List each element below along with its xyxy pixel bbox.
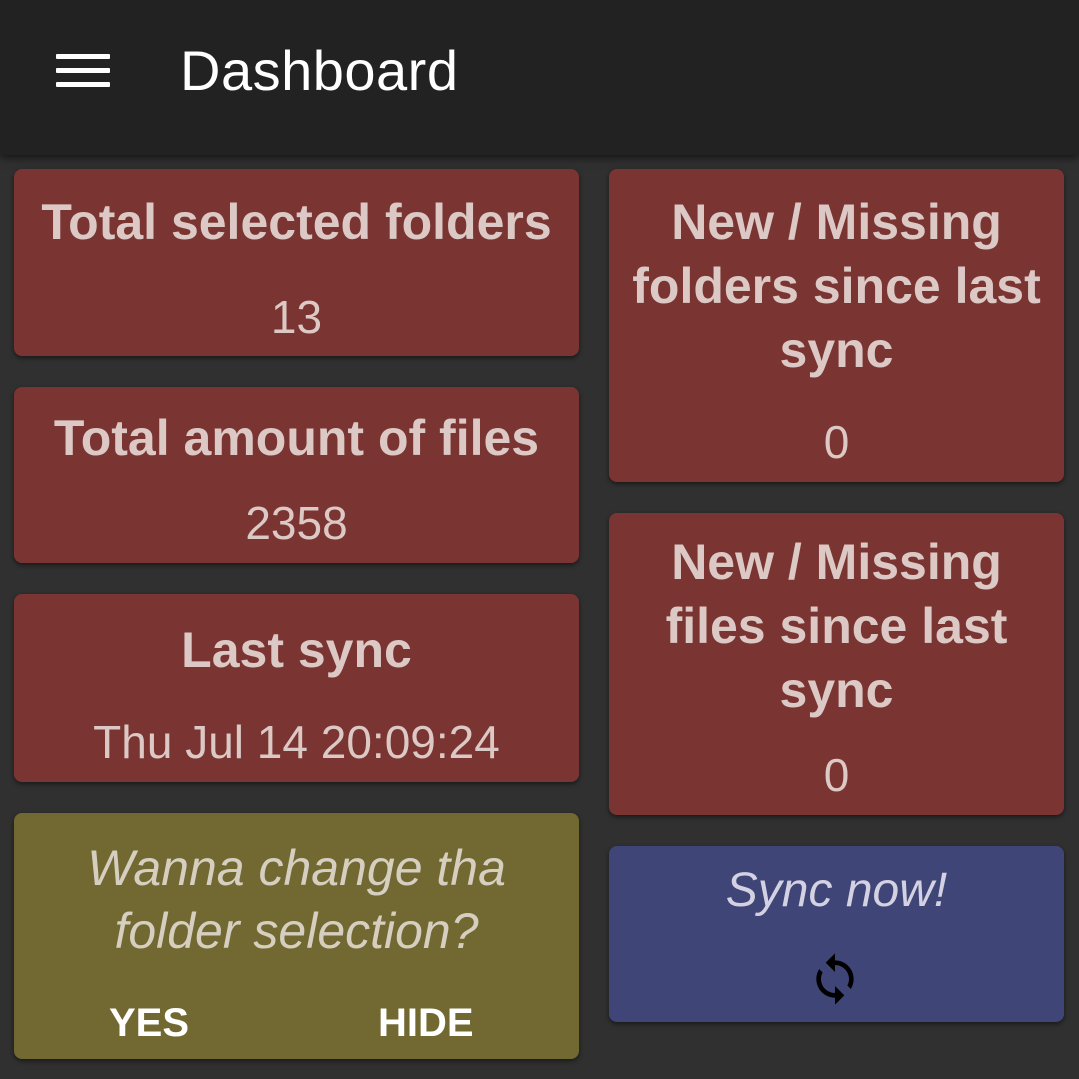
sync-now-label: Sync now!	[725, 864, 948, 917]
card-title: Last sync	[181, 622, 412, 678]
card-title-line-3: sync	[779, 322, 894, 378]
card-title: Total amount of files	[53, 410, 540, 466]
prompt-line-1: Wanna change tha	[87, 840, 506, 896]
card-title-line-3: sync	[779, 662, 894, 718]
card-title-line-2: files since last	[665, 598, 1008, 654]
hamburger-menu-icon[interactable]	[44, 40, 122, 102]
selected-folders-card: Total selected folders 13	[14, 169, 579, 356]
card-value: Thu Jul 14 20:09:24	[93, 716, 500, 768]
card-title-line-2: folders since last	[632, 258, 1041, 314]
card-value: 0	[823, 749, 850, 801]
card-title-line-1: New / Missing	[671, 534, 1002, 590]
card-title-line-1: New / Missing	[671, 194, 1002, 250]
yes-button[interactable]: YES	[99, 995, 199, 1051]
card-title: Total selected folders	[41, 194, 552, 250]
card-value: 0	[823, 416, 850, 468]
app-bar: Dashboard	[0, 0, 1079, 155]
page-title: Dashboard	[180, 39, 459, 102]
hide-button[interactable]: HIDE	[368, 995, 484, 1051]
sync-icon	[816, 953, 854, 1005]
card-value: 13	[270, 291, 323, 343]
card-value: 2358	[245, 497, 348, 549]
folder-selection-prompt: Wanna change tha folder selection? YES H…	[14, 813, 579, 1059]
total-files-card: Total amount of files 2358	[14, 387, 579, 563]
new-missing-files-card: New / Missing files since last sync 0	[609, 513, 1064, 815]
last-sync-card: Last sync Thu Jul 14 20:09:24	[14, 594, 579, 782]
prompt-line-2: folder selection?	[114, 903, 479, 959]
sync-now-button[interactable]: Sync now!	[609, 846, 1064, 1022]
new-missing-folders-card: New / Missing folders since last sync 0	[609, 169, 1064, 482]
